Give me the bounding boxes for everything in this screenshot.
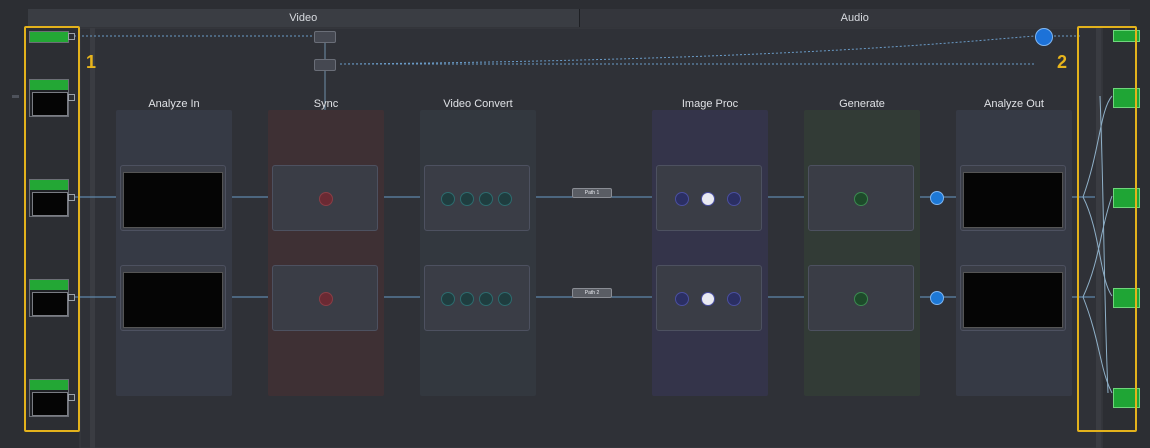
contrast-icon (701, 192, 715, 206)
collapse-handle (12, 95, 19, 98)
editor-canvas-area (79, 27, 1103, 448)
connector-dot[interactable] (930, 191, 944, 205)
lane-analyze-in (116, 110, 232, 396)
globe-icon (498, 192, 512, 206)
sync-icon (319, 192, 333, 206)
contrast-icon (701, 292, 715, 306)
connector-dot[interactable] (930, 291, 944, 305)
levels-icon (675, 192, 689, 206)
convert-icon (479, 192, 493, 206)
lane-title: Analyze Out (984, 98, 1044, 110)
lane-image-proc (652, 110, 768, 396)
image-proc-node[interactable] (656, 265, 762, 331)
video-convert-node[interactable] (424, 265, 530, 331)
sync-node[interactable] (272, 265, 378, 331)
video-convert-node[interactable] (424, 165, 530, 231)
globe-icon (727, 292, 741, 306)
generate-node[interactable] (808, 165, 914, 231)
lane-generate (804, 110, 920, 396)
sync-node[interactable] (272, 165, 378, 231)
image-proc-node[interactable] (656, 165, 762, 231)
sync-node-top[interactable] (314, 31, 336, 43)
analyze-in-monitor[interactable] (120, 165, 226, 231)
globe-icon (727, 192, 741, 206)
convert-icon (441, 192, 455, 206)
lane-sync (268, 110, 384, 396)
generate-node[interactable] (808, 265, 914, 331)
convert-icon (460, 192, 474, 206)
sync-node-top[interactable] (314, 59, 336, 71)
levels-icon (675, 292, 689, 306)
convert-icon (460, 292, 474, 306)
annotation-number: 2 (1057, 52, 1068, 72)
lane-analyze-out (956, 110, 1072, 396)
workflow-editor: Video Audio Analyze In Sync Video Conver… (0, 0, 1150, 448)
selection-box-inputs (24, 26, 80, 432)
lane-title: Sync (313, 98, 339, 110)
analyze-out-monitor[interactable] (960, 265, 1066, 331)
path-label[interactable]: Path 1 (572, 188, 612, 198)
sync-icon (319, 292, 333, 306)
lane-video-convert (420, 110, 536, 396)
lane-title: Analyze In (148, 98, 200, 110)
annotation-number: 1 (86, 52, 97, 72)
analyze-out-monitor[interactable] (960, 165, 1066, 231)
generate-icon (854, 292, 868, 306)
convert-icon (441, 292, 455, 306)
convert-icon (479, 292, 493, 306)
lane-title: Generate (839, 98, 885, 110)
globe-icon (498, 292, 512, 306)
selection-box-outputs (1077, 26, 1137, 432)
lane-title: Image Proc (681, 98, 739, 110)
audio-connector-dot[interactable] (1035, 28, 1053, 46)
lane-title: Video Convert (443, 98, 513, 110)
generate-icon (854, 192, 868, 206)
path-label[interactable]: Path 2 (572, 288, 612, 298)
analyze-in-monitor[interactable] (120, 265, 226, 331)
left-rail (90, 28, 95, 448)
